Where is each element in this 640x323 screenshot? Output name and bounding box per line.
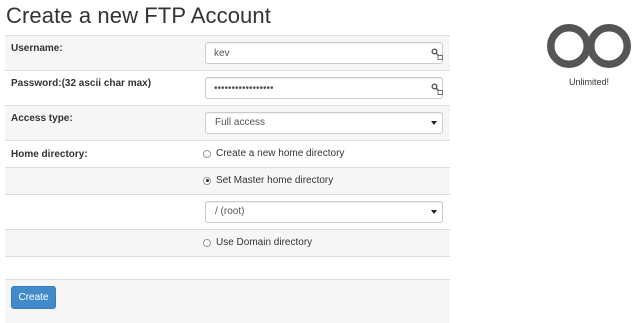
access-type-value: Full access: [215, 117, 266, 128]
radio-button[interactable]: [203, 238, 211, 247]
master-dir-row: / (root): [5, 194, 450, 229]
radio-domain-dir[interactable]: Use Domain directory: [203, 237, 312, 248]
ftp-account-form: Username: Password:(32 ascii char max) A…: [5, 35, 450, 257]
master-dir-value: / (root): [215, 206, 245, 217]
domain-dir-row: Use Domain directory: [5, 229, 450, 257]
radio-label: Use Domain directory: [216, 237, 313, 248]
unlimited-caption: Unlimited!: [568, 77, 609, 87]
radio-button-selected[interactable]: [203, 176, 211, 185]
password-input[interactable]: [205, 77, 443, 99]
radio-button[interactable]: [203, 149, 211, 158]
chevron-down-icon: [431, 121, 437, 125]
master-home-row: Set Master home directory: [5, 167, 450, 194]
radio-label: Create a new home directory: [216, 148, 345, 159]
radio-master-home-dir[interactable]: Set Master home directory: [203, 175, 333, 186]
master-dir-select[interactable]: / (root): [205, 201, 443, 223]
home-directory-label: Home directory:: [11, 149, 88, 160]
key-icon[interactable]: [431, 48, 443, 60]
home-directory-row: Home directory: Create a new home direct…: [5, 140, 450, 167]
password-row: Password:(32 ascii char max): [5, 70, 450, 105]
radio-label: Set Master home directory: [216, 175, 334, 186]
access-type-row: Access type: Full access: [5, 105, 450, 140]
username-row: Username:: [5, 35, 450, 70]
create-button[interactable]: Create: [11, 286, 56, 309]
access-type-select[interactable]: Full access: [205, 112, 443, 134]
page-title: Create a new FTP Account: [6, 3, 271, 28]
form-footer: Create: [5, 279, 450, 323]
password-label: Password:(32 ascii char max): [11, 78, 152, 89]
chevron-down-icon: [431, 210, 437, 214]
key-icon[interactable]: [431, 83, 443, 95]
username-label: Username:: [11, 43, 63, 54]
infinity-icon: [547, 24, 631, 68]
access-type-label: Access type:: [11, 113, 73, 124]
radio-create-home-dir[interactable]: Create a new home directory: [203, 148, 344, 159]
username-input[interactable]: [205, 42, 443, 64]
